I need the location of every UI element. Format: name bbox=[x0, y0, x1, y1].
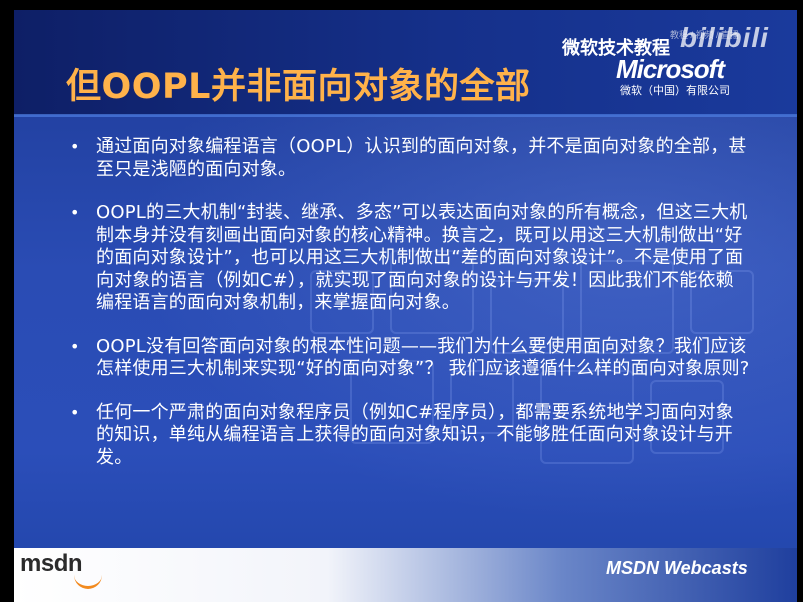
bullet-item: • OOPL没有回答面向对象的根本性问题——我们为什么要使用面向对象？我们应该怎样… bbox=[70, 336, 750, 381]
page-title: 但OOPL并非面向对象的全部 bbox=[66, 67, 531, 107]
title-divider bbox=[14, 114, 797, 117]
bullet-item: • OOPL的三大机制“封装、继承、多态”可以表达面向对象的所有概念，但这三大机制… bbox=[70, 202, 750, 315]
bullet-icon: • bbox=[70, 336, 80, 356]
bullet-text: OOPL的三大机制“封装、继承、多态”可以表达面向对象的所有概念，但这三大机制本… bbox=[96, 202, 748, 313]
bullet-icon: • bbox=[70, 203, 80, 222]
bullet-item: • 通过面向对象编程语言（OOPL）认识到的面向对象，并不是面向对象的全部，甚至只… bbox=[70, 136, 750, 181]
bullet-text: OOPL没有回答面向对象的根本性问题——我们为什么要使用面向对象？我们应该怎样使… bbox=[96, 335, 750, 380]
watermark-subtext: 教程 / 视频 / 直播 bbox=[670, 30, 740, 40]
bilibili-watermark: 教程 / 视频 / 直播 bilibili bbox=[670, 22, 776, 66]
slide: 但OOPL并非面向对象的全部 微软技术教程 Microsoft 微软（中国）有限… bbox=[0, 0, 803, 602]
video-frame-right bbox=[797, 0, 803, 602]
msdn-webcasts-label: MSDN Webcasts bbox=[606, 558, 748, 578]
msdn-logo: msdn bbox=[20, 550, 83, 577]
video-frame-top bbox=[0, 0, 803, 10]
bullet-icon: • bbox=[70, 402, 80, 422]
bullet-text: 任何一个严肃的面向对象程序员（例如C#程序员），都需要系统地学习面向对象的知识，… bbox=[96, 401, 734, 468]
bullet-list: • 通过面向对象编程语言（OOPL）认识到的面向对象，并不是面向对象的全部，甚至只… bbox=[70, 136, 750, 490]
bullet-item: • 任何一个严肃的面向对象程序员（例如C#程序员），都需要系统地学习面向对象的知识… bbox=[70, 402, 750, 470]
company-name: 微软（中国）有限公司 bbox=[620, 84, 730, 97]
bullet-icon: • bbox=[70, 137, 80, 156]
bullet-text: 通过面向对象编程语言（OOPL）认识到的面向对象，并不是面向对象的全部，甚至只是… bbox=[96, 136, 747, 180]
video-frame-left bbox=[0, 0, 14, 602]
